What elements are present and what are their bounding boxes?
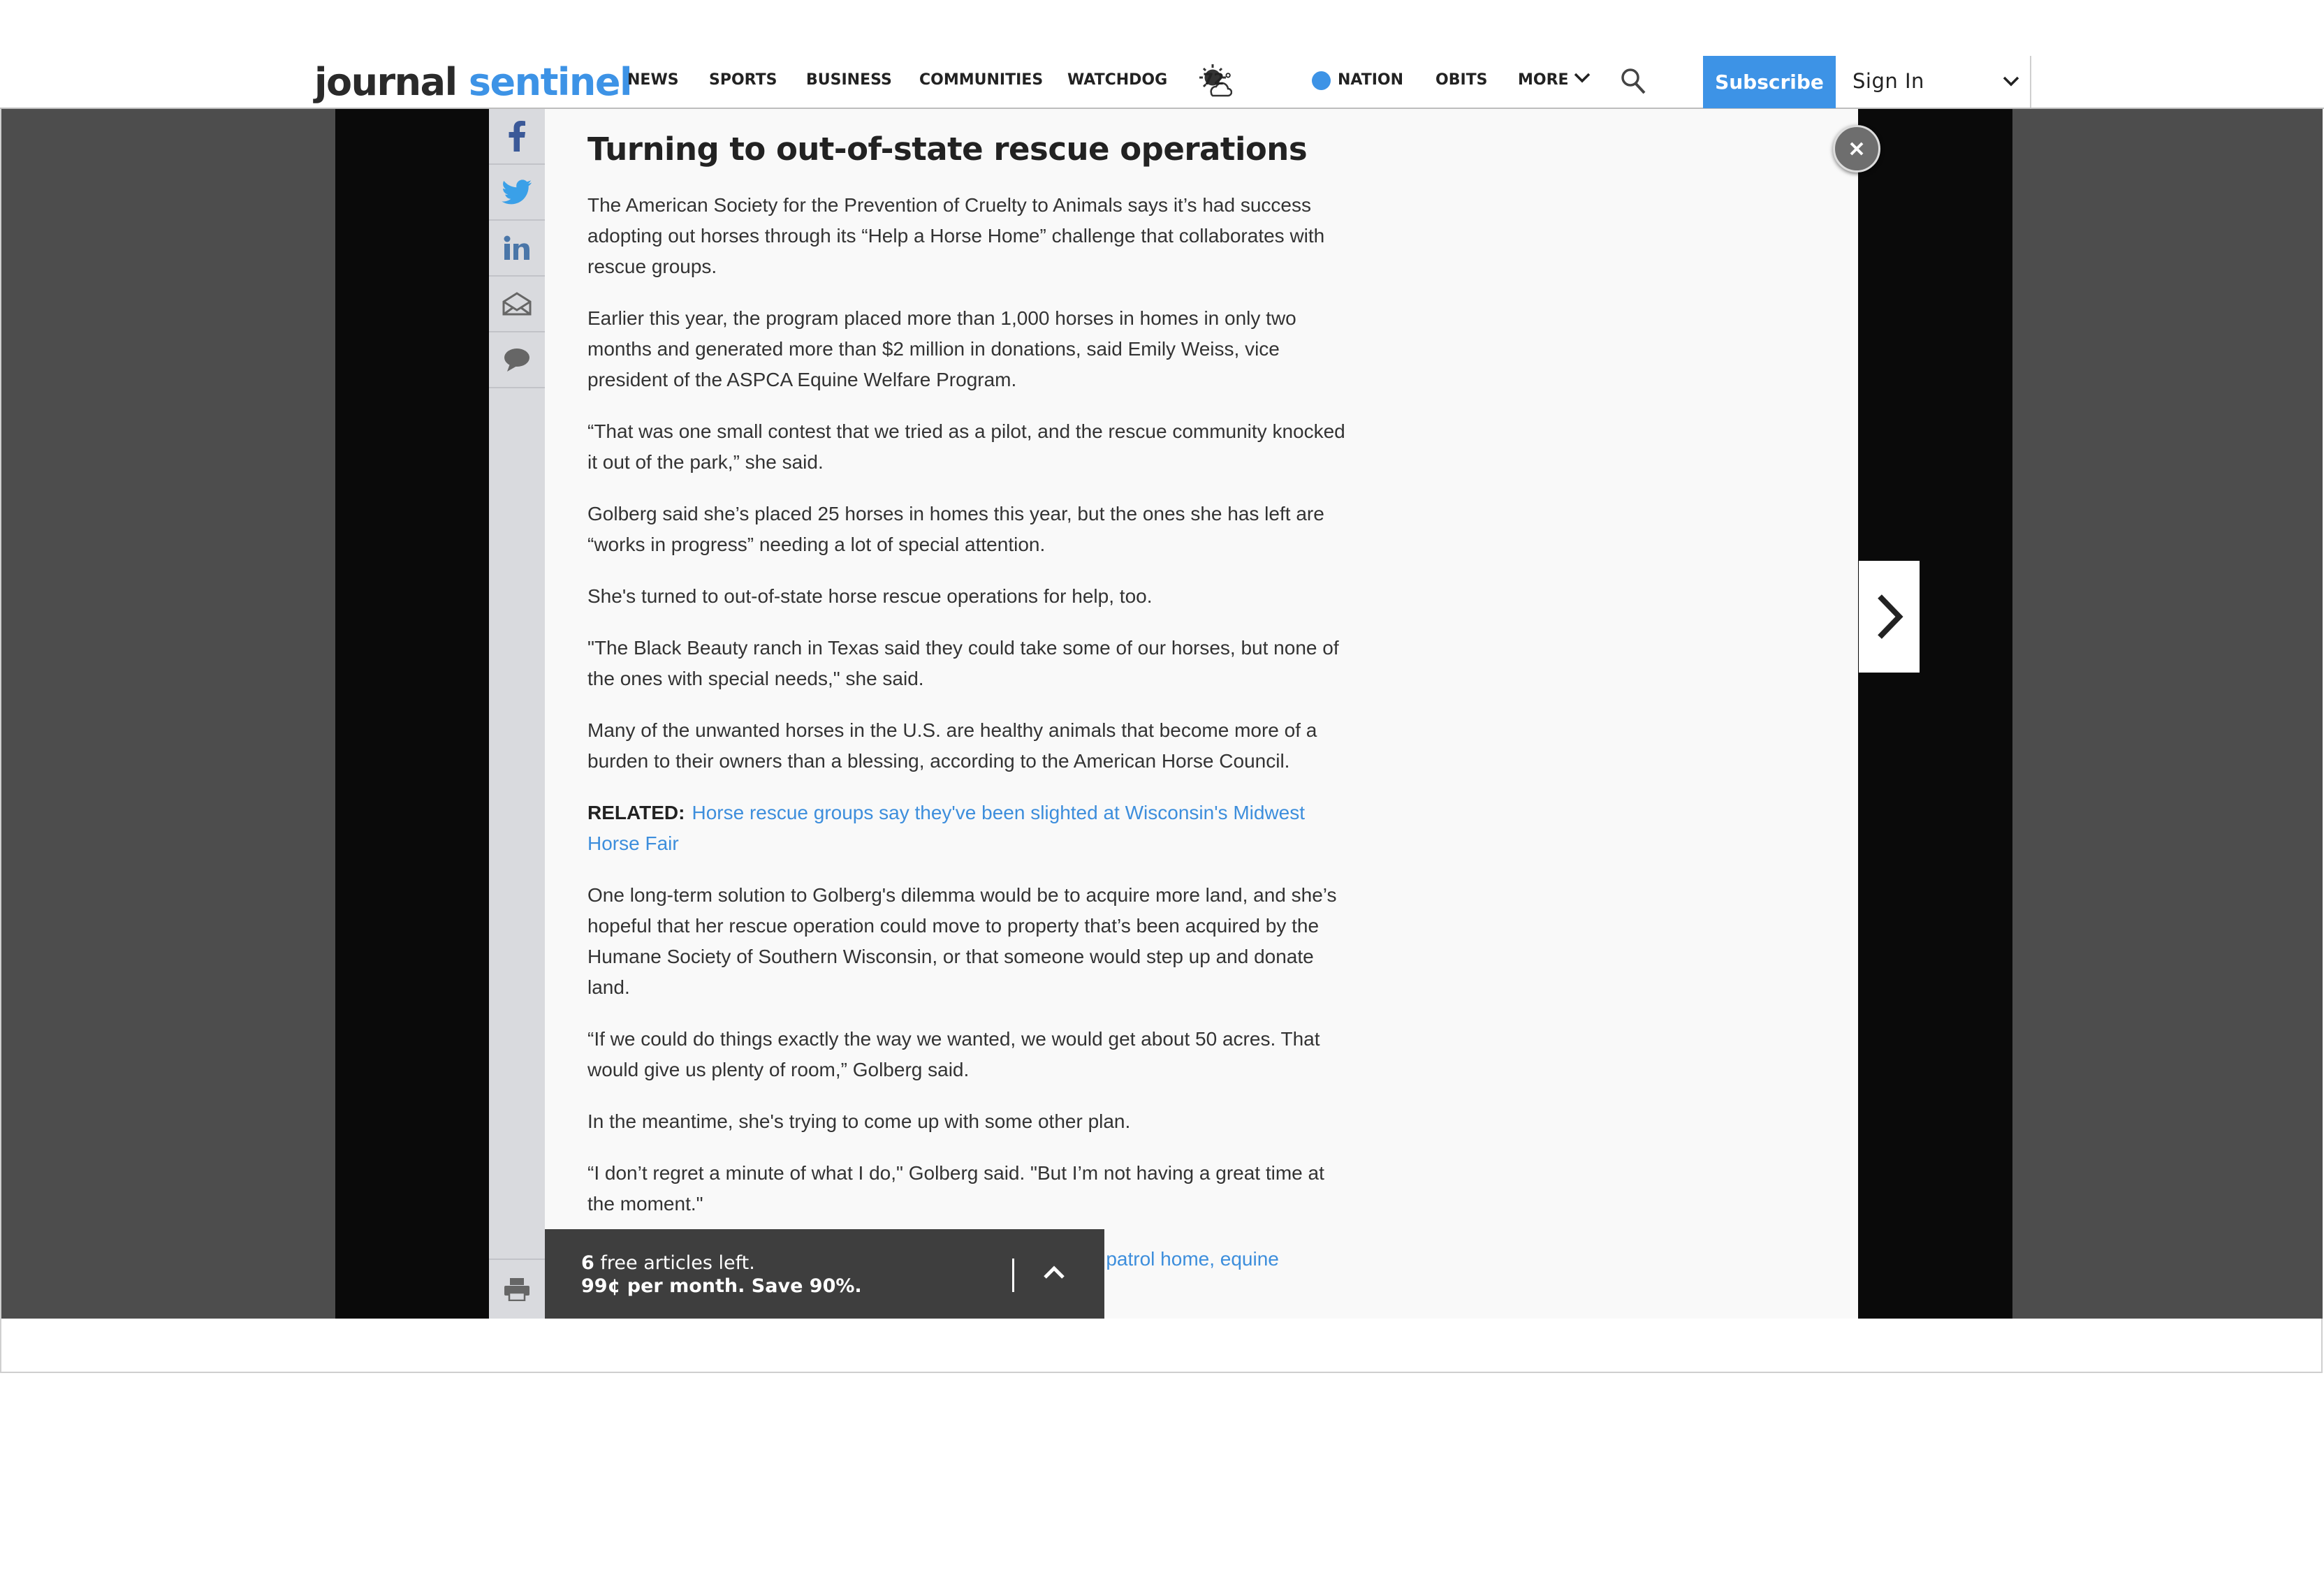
- facebook-share-button[interactable]: [489, 109, 545, 165]
- site-logo[interactable]: journal sentinel: [314, 54, 633, 110]
- chevron-up-icon[interactable]: [1042, 1264, 1066, 1281]
- nav-business[interactable]: BUSINESS: [806, 70, 892, 91]
- article-slide: Turning to out-of-state rescue operation…: [545, 109, 1858, 1319]
- print-button[interactable]: [489, 1259, 545, 1319]
- twitter-icon: [502, 179, 532, 205]
- article-paragraph: One long-term solution to Golberg's dile…: [587, 884, 1337, 998]
- subscribe-button[interactable]: Subscribe: [1703, 56, 1836, 108]
- comment-button[interactable]: [489, 332, 545, 388]
- related-link[interactable]: Horse rescue groups say they've been sli…: [587, 802, 1305, 854]
- chevron-down-icon[interactable]: [1573, 70, 1591, 85]
- share-rail: [489, 109, 545, 1319]
- nav-more[interactable]: MORE: [1518, 70, 1569, 91]
- free-articles-text: 6 free articles left.: [581, 1252, 755, 1275]
- close-icon: [1850, 142, 1864, 156]
- linkedin-icon: [504, 235, 529, 260]
- logo-journal: journal: [314, 60, 458, 104]
- nav-news[interactable]: NEWS: [627, 70, 679, 91]
- article-paragraph: “That was one small contest that we trie…: [587, 420, 1345, 473]
- email-icon: [502, 292, 532, 316]
- close-button[interactable]: [1833, 125, 1880, 173]
- related-link-partial[interactable]: d patrol home, equine: [1090, 1244, 1279, 1275]
- email-share-button[interactable]: [489, 277, 545, 332]
- nav-sports[interactable]: SPORTS: [709, 70, 777, 91]
- offer-text: 99¢ per month. Save 90%.: [581, 1275, 862, 1297]
- weather-temp[interactable]: 72°: [1203, 70, 1232, 91]
- nation-dot-icon: [1312, 71, 1331, 90]
- article-paragraph: She's turned to out-of-state horse rescu…: [587, 585, 1153, 607]
- article-paragraph: In the meantime, she's trying to come up…: [587, 1110, 1131, 1132]
- paywall-divider: [1012, 1259, 1014, 1292]
- comment-icon: [504, 349, 529, 372]
- article-paragraph: Earlier this year, the program placed mo…: [587, 307, 1296, 390]
- article-paragraph: "The Black Beauty ranch in Texas said th…: [587, 637, 1339, 689]
- nav-nation[interactable]: NATION: [1338, 70, 1403, 91]
- site-header: journal sentinel NEWS SPORTS BUSINESS CO…: [0, 0, 2324, 109]
- facebook-icon: [509, 121, 525, 152]
- article-paragraph: Many of the unwanted horses in the U.S. …: [587, 719, 1317, 772]
- linkedin-share-button[interactable]: [489, 221, 545, 277]
- twitter-share-button[interactable]: [489, 165, 545, 221]
- nav-communities[interactable]: COMMUNITIES: [919, 70, 1043, 91]
- logo-sentinel: sentinel: [468, 60, 633, 104]
- chevron-right-icon: [1877, 594, 1903, 639]
- next-slide-button[interactable]: [1859, 561, 1920, 673]
- print-icon: [504, 1278, 529, 1301]
- article-section-title: Turning to out-of-state rescue operation…: [587, 131, 1308, 168]
- header-divider: [2030, 56, 2031, 108]
- free-articles-count: 6: [581, 1252, 594, 1274]
- nav-obits[interactable]: OBITS: [1435, 70, 1488, 91]
- related-item: RELATED: Horse rescue groups say they've …: [587, 798, 1356, 859]
- nav-watchdog[interactable]: WATCHDOG: [1067, 70, 1167, 91]
- sign-in-link[interactable]: Sign In: [1852, 67, 1924, 95]
- article-paragraph: “I don’t regret a minute of what I do," …: [587, 1162, 1324, 1215]
- article-body: The American Society for the Prevention …: [587, 190, 1356, 1240]
- article-paragraph: Golberg said she’s placed 25 horses in h…: [587, 503, 1324, 555]
- free-articles-label: free articles left.: [594, 1252, 755, 1274]
- account-chevron-down-icon[interactable]: [2002, 74, 2020, 88]
- search-icon[interactable]: [1620, 67, 1646, 95]
- related-label: RELATED:: [587, 802, 685, 823]
- article-paragraph: The American Society for the Prevention …: [587, 194, 1325, 277]
- paywall-banner[interactable]: 6 free articles left. 99¢ per month. Sav…: [545, 1229, 1104, 1319]
- article-paragraph: “If we could do things exactly the way w…: [587, 1028, 1320, 1080]
